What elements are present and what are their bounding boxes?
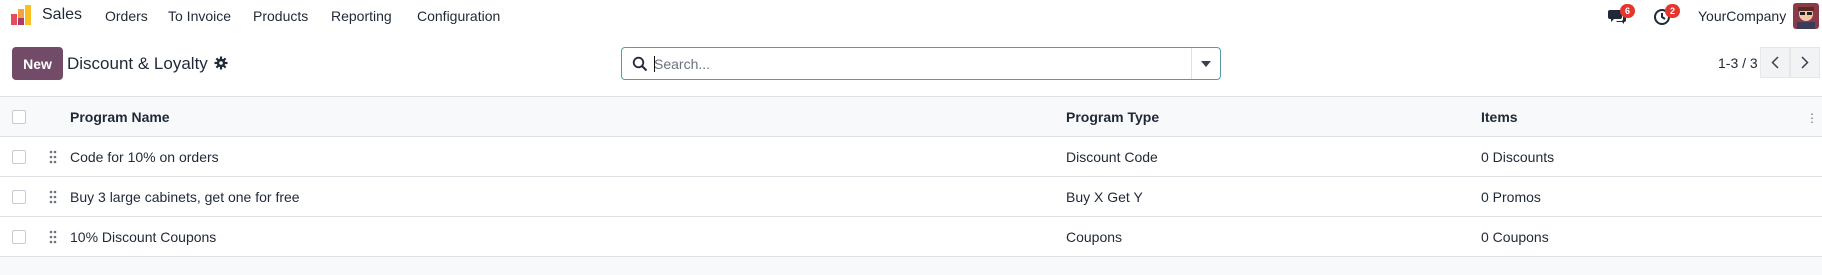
row-checkbox[interactable] (12, 230, 26, 244)
cell-items: 0 Discounts (1481, 149, 1555, 165)
column-header-program-name[interactable]: Program Name (70, 109, 170, 125)
search-options-toggle[interactable] (1191, 48, 1220, 79)
gear-icon[interactable] (214, 56, 228, 70)
top-navbar: Sales Orders To Invoice Products Reporti… (0, 0, 1822, 32)
pager-next-button[interactable] (1790, 47, 1820, 78)
row-checkbox[interactable] (12, 150, 26, 164)
column-header-items[interactable]: Items (1481, 109, 1518, 125)
chevron-left-icon (1771, 56, 1779, 69)
pager-previous-button[interactable] (1760, 47, 1790, 78)
activities-badge: 2 (1665, 4, 1680, 18)
table-header: Program Name Program Type Items ⋮ (0, 97, 1822, 137)
table-row[interactable]: Code for 10% on orders Discount Code 0 D… (0, 137, 1822, 177)
program-list: Program Name Program Type Items ⋮ Code f… (0, 97, 1822, 257)
cell-program-name: Buy 3 large cabinets, get one for free (70, 189, 300, 205)
drag-handle-icon[interactable] (48, 149, 58, 165)
page-title: Discount & Loyalty (67, 54, 208, 73)
cell-items: 0 Coupons (1481, 229, 1549, 245)
cell-items: 0 Promos (1481, 189, 1541, 205)
text-cursor (654, 56, 655, 72)
app-name[interactable]: Sales (42, 6, 82, 24)
cell-program-type: Coupons (1066, 229, 1123, 245)
select-all-checkbox[interactable] (12, 110, 26, 124)
drag-handle-icon[interactable] (48, 189, 58, 205)
table-row[interactable]: Buy 3 large cabinets, get one for free B… (0, 177, 1822, 217)
menu-reporting[interactable]: Reporting (331, 8, 392, 24)
messages-badge: 6 (1620, 4, 1635, 18)
cell-program-type: Buy X Get Y (1066, 189, 1143, 205)
menu-products[interactable]: Products (253, 8, 308, 24)
avatar[interactable] (1793, 3, 1819, 29)
menu-to-invoice[interactable]: To Invoice (168, 8, 231, 24)
search-bar (621, 47, 1221, 80)
column-header-program-type[interactable]: Program Type (1066, 109, 1159, 125)
drag-handle-icon[interactable] (48, 229, 58, 245)
new-button[interactable]: New (12, 47, 63, 80)
menu-configuration[interactable]: Configuration (417, 8, 500, 24)
app-logo-icon[interactable] (10, 4, 32, 26)
caret-down-icon (1201, 60, 1211, 67)
row-checkbox[interactable] (12, 190, 26, 204)
optional-columns-toggle[interactable]: ⋮ (1806, 111, 1818, 125)
chevron-right-icon (1801, 56, 1809, 69)
table-row[interactable]: 10% Discount Coupons Coupons 0 Coupons (0, 217, 1822, 257)
cell-program-type: Discount Code (1066, 149, 1158, 165)
pager-value[interactable]: 1-3 / 3 (1718, 55, 1758, 71)
control-panel: New Discount & Loyalty 1-3 / 3 (0, 32, 1822, 97)
search-input[interactable] (654, 49, 1154, 78)
search-icon (632, 56, 648, 72)
company-switcher[interactable]: YourCompany (1698, 8, 1786, 24)
cell-program-name: 10% Discount Coupons (70, 229, 217, 245)
menu-orders[interactable]: Orders (105, 8, 148, 24)
cell-program-name: Code for 10% on orders (70, 149, 219, 165)
